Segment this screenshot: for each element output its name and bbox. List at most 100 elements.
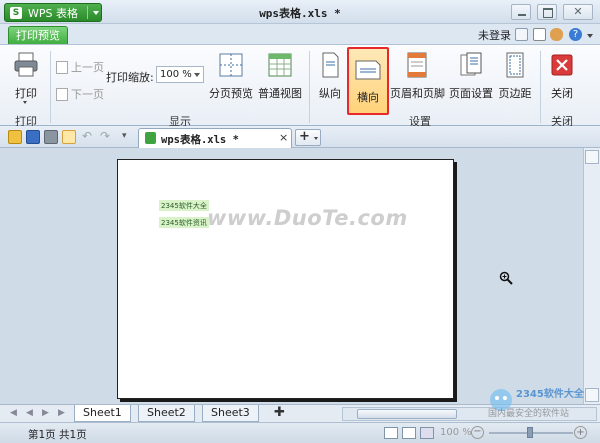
zoom-in-button[interactable]: + bbox=[574, 426, 587, 439]
margins-icon bbox=[502, 51, 528, 79]
preview-area[interactable]: 2345软件大全 2345软件资讯 www.DuoTe.com bbox=[0, 148, 583, 404]
chevron-down-icon[interactable] bbox=[23, 101, 27, 104]
page-break-preview-label: 分页预览 bbox=[209, 87, 253, 100]
print-preview-view-icon[interactable] bbox=[420, 427, 434, 439]
plus-icon: + bbox=[299, 129, 310, 144]
print-icon[interactable] bbox=[44, 130, 58, 144]
last-sheet-icon[interactable]: ▶ bbox=[58, 408, 65, 418]
collapse-ribbon-icon[interactable] bbox=[515, 28, 528, 41]
page-icon bbox=[56, 60, 68, 74]
open-folder-icon[interactable] bbox=[8, 130, 22, 144]
watermark-brand-name: 2345软件大全 bbox=[516, 389, 584, 400]
document-tab[interactable]: wps表格.xls * × bbox=[138, 128, 292, 148]
zoom-slider-thumb[interactable] bbox=[527, 427, 533, 438]
save-icon[interactable] bbox=[26, 130, 40, 144]
vertical-scrollbar[interactable] bbox=[583, 148, 600, 404]
next-page-label: 下一页 bbox=[71, 88, 104, 101]
split-icon[interactable] bbox=[585, 150, 599, 164]
header-footer-icon bbox=[404, 51, 430, 79]
next-sheet-icon[interactable]: ▶ bbox=[42, 408, 49, 418]
next-page-button[interactable]: 下一页 bbox=[56, 86, 104, 102]
page-break-preview-button[interactable]: 分页预览 bbox=[208, 51, 254, 109]
chevron-down-icon[interactable] bbox=[587, 34, 593, 38]
status-bar: 第1页 共1页 100 % − + bbox=[0, 422, 600, 443]
print-label: 打印 bbox=[15, 87, 37, 100]
scroll-thumb[interactable] bbox=[357, 409, 457, 419]
ribbon: 打印 打印 上一页 下一页 打印缩放: 100 % 分页预览 普通视图 显示 纵… bbox=[0, 44, 600, 128]
printer-icon bbox=[13, 51, 39, 79]
portrait-page-icon bbox=[317, 51, 343, 79]
normal-view-button[interactable]: 普通视图 bbox=[256, 51, 304, 109]
page-setup-label: 页面设置 bbox=[449, 87, 493, 100]
page-break-view-icon[interactable] bbox=[402, 427, 416, 439]
normal-view-label: 普通视图 bbox=[258, 87, 302, 100]
margins-button[interactable]: 页边距 bbox=[497, 51, 533, 109]
zoom-level: 100 % bbox=[440, 427, 472, 438]
first-sheet-icon[interactable]: ◀ bbox=[10, 408, 17, 418]
page-setup-icon bbox=[458, 51, 484, 79]
undo-icon[interactable]: ↶ bbox=[82, 130, 96, 144]
sheet-tab-sheet1[interactable]: Sheet1 bbox=[74, 405, 131, 422]
page-break-preview-icon bbox=[218, 51, 244, 79]
add-sheet-button[interactable]: ✚ bbox=[274, 405, 285, 420]
preview-cell: 2345软件资讯 bbox=[159, 217, 209, 228]
watermark-tagline: 国内最安全的软件站 bbox=[488, 409, 570, 419]
print-button[interactable]: 打印 bbox=[6, 51, 46, 109]
prev-sheet-icon[interactable]: ◀ bbox=[26, 408, 33, 418]
margins-label: 页边距 bbox=[498, 87, 532, 100]
ribbon-tab-row: 打印预览 未登录 ? bbox=[0, 24, 600, 44]
redo-icon[interactable]: ↷ bbox=[100, 130, 114, 144]
sheet-tab-sheet3[interactable]: Sheet3 bbox=[202, 405, 259, 422]
normal-view-icon[interactable] bbox=[384, 427, 398, 439]
normal-view-icon bbox=[267, 51, 293, 79]
preview-page: 2345软件大全 2345软件资讯 bbox=[117, 159, 454, 399]
preview-cell: 2345软件大全 bbox=[159, 200, 209, 211]
landscape-button[interactable]: 横向 bbox=[347, 47, 389, 115]
close-window-button[interactable]: ✕ bbox=[563, 4, 593, 20]
close-tab-icon[interactable]: × bbox=[279, 131, 288, 144]
print-preview-icon[interactable] bbox=[62, 130, 76, 144]
document-tab-name: wps表格.xls * bbox=[161, 134, 239, 146]
user-icon[interactable] bbox=[550, 28, 563, 41]
print-zoom-value: 100 % bbox=[160, 69, 192, 80]
separator bbox=[309, 51, 310, 123]
window-title: wps表格.xls * bbox=[259, 7, 341, 20]
separator bbox=[540, 51, 541, 123]
header-footer-label: 页眉和页脚 bbox=[390, 87, 445, 100]
page-count: 第1页 共1页 bbox=[28, 429, 87, 441]
sheet-tab-sheet2[interactable]: Sheet2 bbox=[138, 405, 195, 422]
print-zoom-label: 打印缩放: bbox=[106, 71, 154, 84]
separator bbox=[50, 51, 51, 123]
title-bar: S WPS 表格 wps表格.xls * ✕ bbox=[0, 0, 600, 24]
close-label: 关闭 bbox=[551, 87, 573, 100]
customize-toolbar-icon[interactable]: ▾ bbox=[122, 130, 136, 144]
portrait-button[interactable]: 纵向 bbox=[314, 51, 346, 109]
skin-icon[interactable] bbox=[533, 28, 546, 41]
close-icon: ✕ bbox=[573, 5, 583, 18]
prev-page-button[interactable]: 上一页 bbox=[56, 59, 104, 75]
header-footer-button[interactable]: 页眉和页脚 bbox=[390, 51, 445, 109]
minimize-button[interactable] bbox=[511, 4, 531, 20]
prev-page-label: 上一页 bbox=[71, 61, 104, 74]
login-link[interactable]: 未登录 bbox=[478, 27, 511, 43]
zoom-out-button[interactable]: − bbox=[471, 426, 484, 439]
page-setup-button[interactable]: 页面设置 bbox=[448, 51, 494, 109]
chevron-down-icon bbox=[314, 137, 318, 140]
maximize-button[interactable] bbox=[537, 4, 557, 20]
close-icon bbox=[549, 51, 575, 79]
page-icon bbox=[56, 87, 68, 101]
help-icon[interactable]: ? bbox=[569, 28, 582, 41]
spreadsheet-icon bbox=[145, 132, 156, 144]
close-preview-button[interactable]: 关闭 bbox=[545, 51, 579, 109]
quick-access-toolbar: ↶ ↷ ▾ wps表格.xls * × + bbox=[0, 126, 600, 148]
watermark-text: www.DuoTe.com bbox=[207, 206, 408, 230]
site-watermark: 2345软件大全 国内最安全的软件站 bbox=[482, 381, 600, 421]
portrait-label: 纵向 bbox=[319, 87, 341, 100]
chevron-down-icon bbox=[194, 73, 200, 77]
print-zoom-select[interactable]: 100 % bbox=[156, 66, 204, 83]
landscape-page-icon bbox=[355, 55, 381, 83]
landscape-label: 横向 bbox=[357, 91, 379, 104]
new-tab-button[interactable]: + bbox=[295, 129, 321, 146]
tab-print-preview[interactable]: 打印预览 bbox=[8, 26, 68, 44]
zoom-cursor-icon bbox=[499, 271, 513, 285]
